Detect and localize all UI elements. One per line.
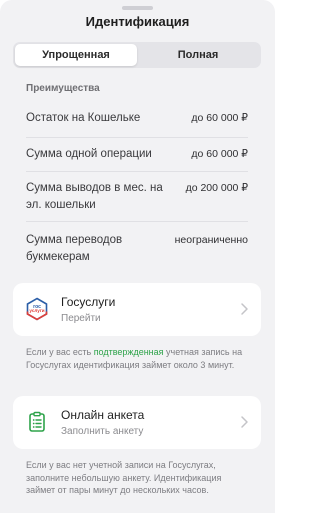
clipboard-icon [25, 410, 49, 434]
benefit-value: до 60 000 ₽ [191, 112, 248, 124]
identification-sheet: Идентификация Упрощенная Полная Преимуще… [0, 0, 275, 513]
gosuslugi-card[interactable]: гос услуги Госуслуги Перейти [13, 283, 261, 336]
gosuslugi-subtitle: Перейти [61, 313, 101, 324]
gosuslugi-logo-line2: услуги [29, 308, 44, 313]
tab-simplified[interactable]: Упрощенная [15, 44, 137, 66]
benefit-label: Сумма одной операции [26, 148, 152, 160]
benefits-heading: Преимущества [26, 83, 100, 94]
online-form-subtitle: Заполнить анкету [61, 426, 144, 437]
gosuslugi-title: Госуслуги [61, 295, 116, 309]
online-form-note: Если у вас нет учетной записи на Госуслу… [26, 460, 222, 495]
verified-link[interactable]: подтвержденная [94, 347, 164, 357]
benefit-value: неограниченно [174, 234, 248, 246]
chevron-right-icon [239, 302, 249, 316]
sheet-grabber[interactable] [122, 6, 153, 10]
online-form-title: Онлайн анкета [61, 408, 145, 422]
benefit-label: Сумма переводов букмекерам [26, 234, 123, 263]
benefit-value: до 200 000 ₽ [185, 182, 248, 194]
benefit-row: Остаток на Кошельке до 60 000 ₽ [26, 104, 248, 138]
benefit-value: до 60 000 ₽ [191, 148, 248, 160]
gosuslugi-note: Если у вас есть подтвержденная учетная з… [26, 346, 251, 371]
benefit-label: Остаток на Кошельке [26, 112, 141, 124]
benefit-row: Сумма одной операции до 60 000 ₽ [26, 138, 248, 172]
identification-type-segmented-control: Упрощенная Полная [13, 42, 261, 68]
benefit-label: Сумма выводов в мес. на эл. кошельки [26, 182, 163, 211]
sheet-title: Идентификация [85, 14, 190, 29]
gosuslugi-logo-icon: гос услуги [25, 297, 49, 321]
online-form-card[interactable]: Онлайн анкета Заполнить анкету [13, 396, 261, 449]
tab-full[interactable]: Полная [137, 44, 259, 66]
chevron-right-icon [239, 415, 249, 429]
benefit-row: Сумма выводов в мес. на эл. кошельки до … [26, 172, 248, 222]
gosuslugi-note-before: Если у вас есть [26, 347, 94, 357]
benefit-row: Сумма переводов букмекерам неограниченно [26, 222, 248, 272]
